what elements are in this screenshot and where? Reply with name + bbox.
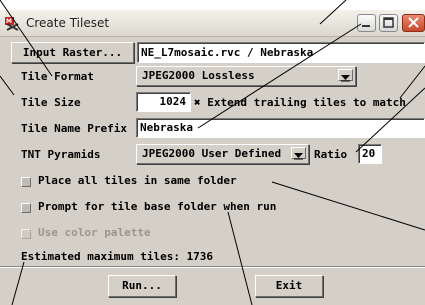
callout-line (355, 87, 425, 153)
callout-line (227, 211, 253, 305)
callout-line (0, 75, 15, 96)
callout-line (11, 261, 25, 305)
callout-line (399, 65, 425, 99)
callout-line (319, 0, 347, 25)
callout-line (0, 0, 53, 77)
callout-line (197, 23, 362, 129)
callout-line (271, 181, 425, 231)
callout-lines (0, 0, 425, 305)
